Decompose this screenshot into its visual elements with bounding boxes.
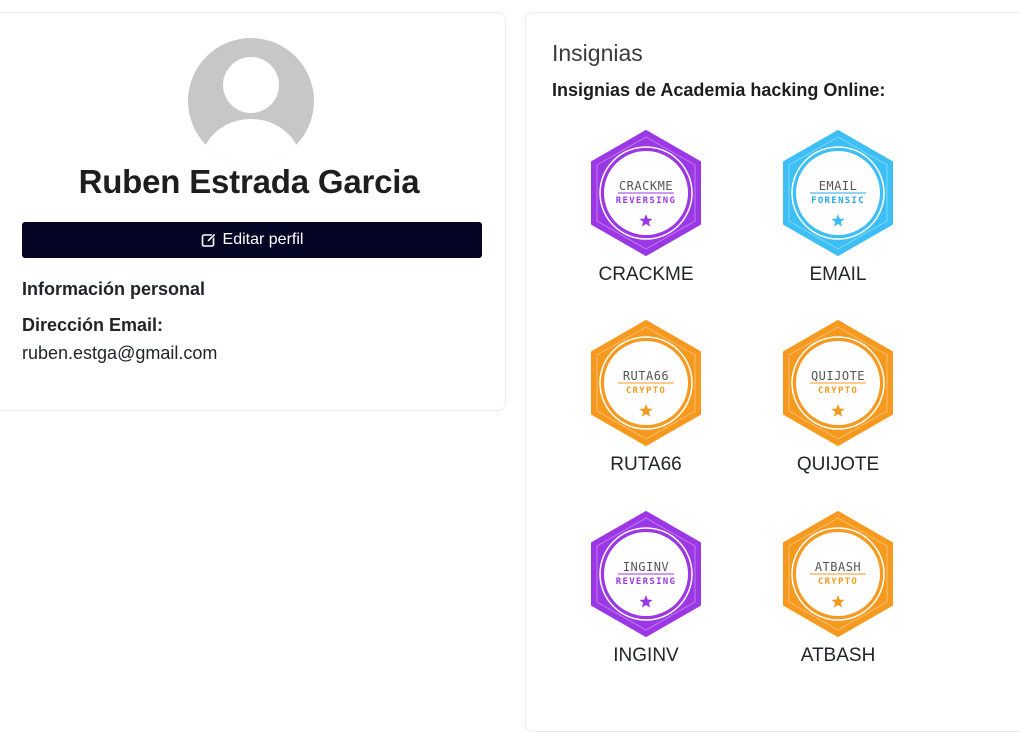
badge-label: QUIJOTE [796,454,880,475]
badge-emblem-icon: INGINV REVERSING [591,511,701,637]
email-value: ruben.estga@gmail.com [22,343,218,363]
badge-ruta66[interactable]: RUTA66 CRYPTO RUTA66 [581,319,711,499]
badge-emblem-text: ATBASH [815,560,861,574]
badge-label: CRACKME [598,264,694,285]
badge-emblem-text: QUIJOTE [811,369,865,383]
badges-subtitle: Insignias de Academia hacking Online: [552,80,886,100]
badge-label: INGINV [613,645,679,666]
edit-profile-button[interactable]: Editar perfil [22,222,482,258]
email-label: Dirección Email: [22,315,164,335]
badge-email[interactable]: EMAIL FORENSIC EMAIL [773,129,903,309]
badge-label: RUTA66 [610,454,682,475]
badge-emblem-text: INGINV [623,560,669,574]
badge-atbash[interactable]: ATBASH CRYPTO ATBASH [773,510,903,690]
edit-profile-label: Editar perfil [222,231,304,248]
badges-title: Insignias [552,40,643,66]
badge-emblem-text: RUTA66 [623,369,669,383]
avatar [188,38,314,164]
badge-category-text: REVERSING [616,196,676,206]
badge-quijote[interactable]: QUIJOTE CRYPTO QUIJOTE [773,319,903,499]
edit-icon [201,232,217,248]
avatar-body-shape [201,119,301,164]
badge-category-text: CRYPTO [818,386,858,396]
badge-emblem-icon: RUTA66 CRYPTO [591,320,701,446]
badge-emblem-text: CRACKME [619,179,673,193]
badge-emblem-icon: QUIJOTE CRYPTO [783,320,893,446]
badge-category-text: REVERSING [616,577,676,587]
personal-info-title: Información personal [22,279,206,299]
badge-label: EMAIL [809,264,867,285]
avatar-head-shape [223,57,279,113]
badge-emblem-icon: CRACKME REVERSING [591,130,701,256]
profile-name: Ruben Estrada Garcia [78,163,420,200]
badge-emblem-icon: EMAIL FORENSIC [783,130,893,256]
profile-card: Ruben Estrada Garcia Editar perfil Infor… [0,12,506,411]
badge-emblem-text: EMAIL [819,179,858,193]
badge-crackme[interactable]: CRACKME REVERSING CRACKME [581,129,711,309]
badge-category-text: FORENSIC [811,196,865,206]
badge-emblem-icon: ATBASH CRYPTO [783,511,893,637]
badge-label: ATBASH [800,645,876,666]
badge-inginv[interactable]: INGINV REVERSING INGINV [581,510,711,690]
badges-card: Insignias Insignias de Academia hacking … [525,12,1020,732]
badge-category-text: CRYPTO [818,577,858,587]
badge-category-text: CRYPTO [626,386,666,396]
